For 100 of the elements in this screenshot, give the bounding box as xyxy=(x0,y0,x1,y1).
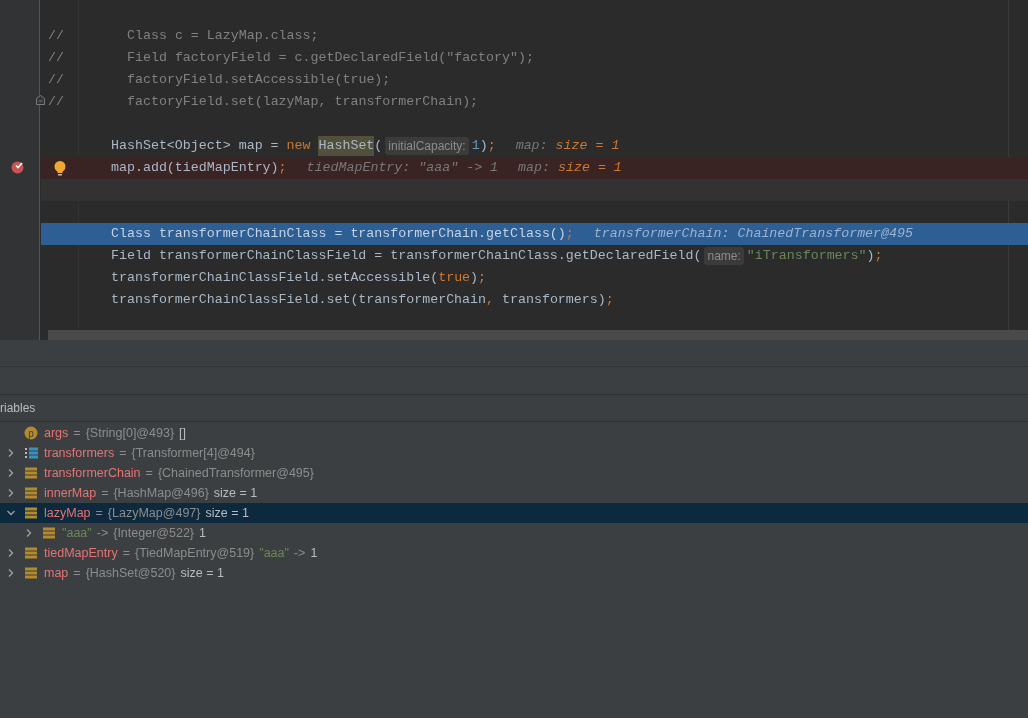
code-text: transformerChainClassField.setAccessible( xyxy=(111,269,439,288)
code-text: ) xyxy=(866,247,875,266)
variable-text: -> xyxy=(96,524,109,542)
variable-text: transformerChain xyxy=(44,464,141,482)
variable-text: = xyxy=(101,484,109,502)
parameter-icon: p xyxy=(24,426,38,440)
comment-marker: // xyxy=(48,93,64,112)
code-text: ; xyxy=(487,137,496,156)
variable-text: "aaa" xyxy=(259,544,289,562)
comment-marker: // xyxy=(48,71,64,90)
code-text: ) xyxy=(470,269,479,288)
inline-debug-value: size = 1 xyxy=(555,137,620,156)
field-icon xyxy=(24,506,38,520)
inline-debug-value: transformerChain: ChainedTransformer@495 xyxy=(593,225,913,244)
field-icon xyxy=(24,546,38,560)
code-text: factoryField.set(lazyMap, transformerChain); xyxy=(127,93,479,112)
variable-text: 1 xyxy=(310,544,318,562)
variable-text: size = 1 xyxy=(180,564,224,582)
inline-debug-value: map: xyxy=(515,137,549,156)
parameter-hint: initialCapacity: xyxy=(385,137,469,155)
code-text: ) xyxy=(479,137,488,156)
chevron-right-icon[interactable] xyxy=(6,448,16,458)
inline-debug-value: size = 1 xyxy=(558,159,622,178)
code-text: ; xyxy=(605,291,614,310)
code-text: new xyxy=(286,137,312,156)
comment-marker: // xyxy=(48,49,64,68)
code-text: Class transformerChainClass = transformerChain.getClass() xyxy=(111,225,566,244)
chevron-right-icon[interactable] xyxy=(6,568,16,578)
variable-row[interactable]: transformerChain = {ChainedTransformer@495} xyxy=(0,463,1028,483)
field-icon xyxy=(42,526,56,540)
array-icon xyxy=(24,446,38,460)
variable-text: "aaa" xyxy=(62,524,92,542)
code-text: factoryField.setAccessible(true); xyxy=(127,71,391,90)
code-text: Class c = LazyMap.class; xyxy=(127,27,319,46)
field-icon xyxy=(24,486,38,500)
variable-text: 1 xyxy=(199,524,206,542)
breakpoint-icon[interactable] xyxy=(11,160,25,174)
parameter-hint: name: xyxy=(704,247,744,265)
panel-title: riables xyxy=(0,400,36,417)
variable-text: size = 1 xyxy=(205,504,249,522)
variable-text: = xyxy=(122,544,130,562)
code-text: transformers) xyxy=(502,291,606,310)
chevron-down-icon[interactable] xyxy=(6,508,16,518)
code-text: "iTransformers" xyxy=(746,247,867,266)
fold-icon[interactable] xyxy=(36,95,45,105)
code-text: ( xyxy=(374,137,383,156)
code-text: map.add(tiedMapEntry) xyxy=(111,159,279,178)
variable-text: lazyMap xyxy=(44,504,91,522)
code-text: ; xyxy=(874,247,883,266)
variable-text: {ChainedTransformer@495} xyxy=(157,464,314,482)
chevron-right-icon[interactable] xyxy=(6,468,16,478)
inline-debug-value: tiedMapEntry: "aaa" -> 1 xyxy=(306,159,499,178)
code-text: Field factoryField = c.getDeclaredField("factory"); xyxy=(127,49,534,68)
variable-row[interactable]: p args = {String[0]@493} [] xyxy=(0,423,1028,443)
variable-text: {HashSet@520} xyxy=(85,564,176,582)
code-text: , xyxy=(486,291,496,310)
variable-text: size = 1 xyxy=(213,484,258,502)
variable-text: tiedMapEntry xyxy=(44,544,118,562)
chevron-right-icon[interactable] xyxy=(6,548,16,558)
variable-text: innerMap xyxy=(44,484,97,502)
code-text: transformerChainClassField.set(transformerChain xyxy=(111,291,487,310)
variable-text: {Transformer[4]@494} xyxy=(131,444,255,462)
variable-text: {LazyMap@497} xyxy=(107,504,201,522)
variable-text: map xyxy=(44,564,69,582)
code-text: ; xyxy=(278,159,287,178)
variable-text: = xyxy=(95,504,103,522)
chevron-right-icon[interactable] xyxy=(24,528,34,538)
code-text: HashSet<Object> map = xyxy=(111,137,280,156)
variable-text: = xyxy=(73,424,81,442)
code-text: ; xyxy=(565,225,574,244)
lightbulb-icon[interactable] xyxy=(54,161,66,176)
code-text: Field transformerChainClassField = transformerChainClass.getDeclaredField( xyxy=(111,247,702,266)
code-editor[interactable] xyxy=(0,0,1028,340)
variable-row[interactable]: transformers = {Transformer[4]@494} xyxy=(0,443,1028,463)
variable-text: {Integer@522} xyxy=(113,524,194,542)
comment-marker: // xyxy=(48,27,64,46)
variable-text: {TiedMapEntry@519} xyxy=(134,544,255,562)
variable-text: {String[0]@493} xyxy=(85,424,175,442)
code-text: HashSet xyxy=(318,136,375,156)
variable-row[interactable]: "aaa" -> {Integer@522} 1 xyxy=(0,523,1028,543)
variable-text: = xyxy=(145,464,153,482)
variable-text: {HashMap@496} xyxy=(113,484,209,502)
field-icon xyxy=(24,466,38,480)
code-text: ; xyxy=(478,269,487,288)
variable-text: = xyxy=(73,564,81,582)
inline-debug-value: map: xyxy=(518,159,551,178)
variable-text: -> xyxy=(293,544,306,562)
chevron-right-icon[interactable] xyxy=(6,488,16,498)
variable-row[interactable]: innerMap = {HashMap@496} size = 1 xyxy=(0,483,1028,503)
variable-row[interactable]: map = {HashSet@520} size = 1 xyxy=(0,563,1028,583)
variable-text: = xyxy=(119,444,127,462)
variable-text: transformers xyxy=(44,444,115,462)
variable-row[interactable]: lazyMap = {LazyMap@497} size = 1 xyxy=(0,503,1028,523)
code-text: true xyxy=(438,269,471,288)
code-text: 1 xyxy=(471,137,480,156)
field-icon xyxy=(24,566,38,580)
variable-row[interactable]: tiedMapEntry = {TiedMapEntry@519} "aaa" -> 1 xyxy=(0,543,1028,563)
horizontal-scrollbar[interactable] xyxy=(48,330,1028,340)
variable-text: args xyxy=(44,424,69,442)
variable-text: [] xyxy=(179,424,187,442)
